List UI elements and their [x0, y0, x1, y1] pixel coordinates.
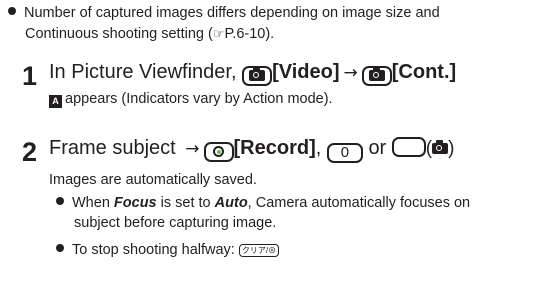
- step-1-note: Aappears (Indicators vary by Action mode…: [49, 89, 333, 109]
- note-line2: Continuous shooting setting (☞P.6-10).: [25, 26, 275, 42]
- blank-key-icon: [391, 137, 426, 157]
- cont-label: [Cont.]: [391, 61, 457, 83]
- reference-page-number: P.6-10: [224, 26, 266, 42]
- note-line1: Number of captured images differs depend…: [24, 5, 440, 21]
- cont-shooting-indicator-icon: A: [49, 95, 62, 108]
- camera-icon: [432, 140, 449, 154]
- step-2-instruction: Frame subject → [Record], 0 or (): [49, 137, 455, 163]
- stop-bullet: To stop shooting halfway: クリア/⊗: [56, 240, 534, 260]
- step-2-number: 2: [22, 137, 38, 167]
- arrow-icon: →: [185, 139, 200, 159]
- focus-term: Focus: [113, 195, 157, 211]
- record-label: [Record]: [233, 137, 316, 159]
- focus-bullet: When Focus is set to Auto, Camera automa…: [56, 193, 534, 233]
- note-bullet: Number of captured images differs depend…: [8, 3, 533, 45]
- focus-bullet-line2: subject before capturing image.: [74, 215, 277, 231]
- or-text: or: [368, 137, 387, 159]
- zero-key-icon: 0: [326, 143, 363, 163]
- camera-key-icon: [242, 65, 273, 86]
- camera-key-icon: [361, 65, 392, 86]
- clear-key-icon: クリア/⊗: [238, 244, 280, 257]
- bullet-dot-icon: [56, 197, 64, 205]
- arrow-icon: →: [343, 63, 358, 83]
- bullet-dot-icon: [8, 7, 16, 15]
- auto-term: Auto: [214, 195, 248, 211]
- step-2-note: Images are automatically saved.: [49, 172, 257, 188]
- record-key-icon: [203, 141, 234, 162]
- video-label: [Video]: [272, 61, 340, 83]
- bullet-dot-icon: [56, 244, 64, 252]
- step-1-instruction: In Picture Viewfinder, [Video] → [Cont.]: [49, 58, 456, 87]
- reference-page-icon: ☞: [212, 27, 225, 42]
- step-1-number: 1: [22, 61, 38, 91]
